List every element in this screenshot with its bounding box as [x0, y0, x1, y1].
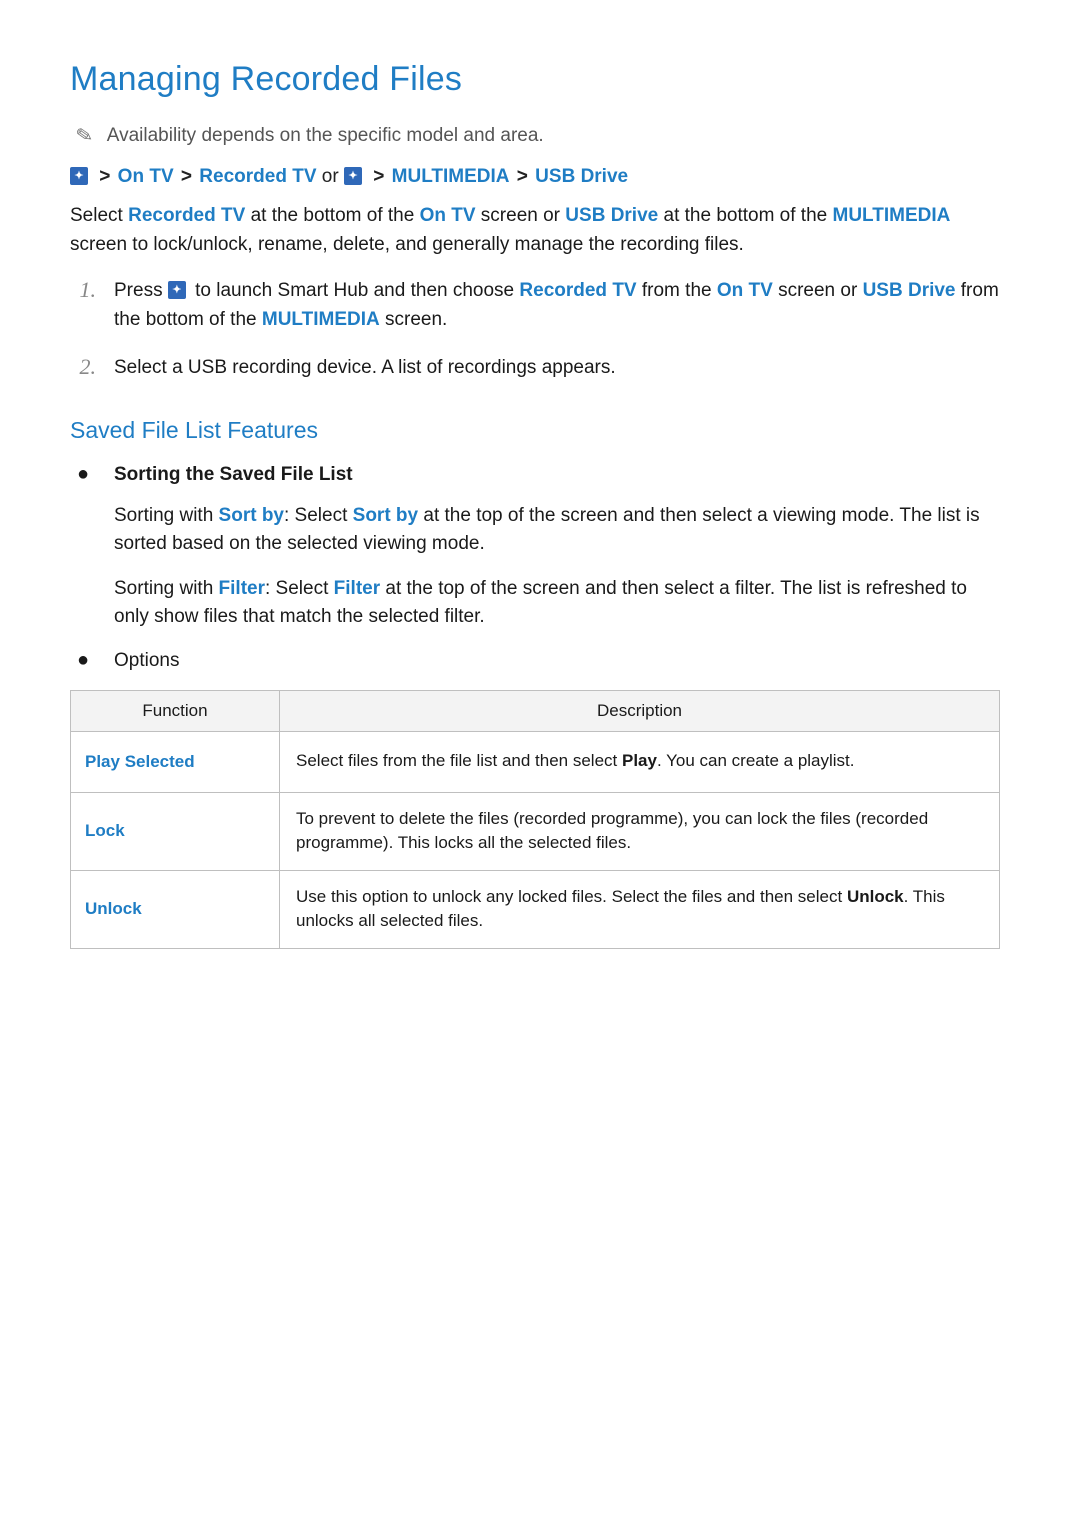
keyword: USB Drive	[863, 280, 956, 301]
text: screen to lock/unlock, rename, delete, a…	[70, 234, 744, 255]
table-row: Lock To prevent to delete the files (rec…	[71, 792, 1000, 870]
breadcrumb-item: Recorded TV	[199, 166, 316, 187]
document-page: Managing Recorded Files ✎ Availability d…	[0, 0, 1080, 1009]
text: . You can create a playlist.	[657, 751, 855, 770]
function-name: Unlock	[71, 870, 280, 948]
text: Sorting with	[114, 578, 219, 599]
feature-item-options: ● Options	[70, 648, 1000, 672]
text: : Select	[284, 505, 353, 526]
text: Press	[114, 280, 168, 301]
bullet-icon: ●	[70, 462, 96, 486]
keyword: USB Drive	[565, 205, 658, 226]
note-icon: ✎	[74, 122, 95, 150]
function-description: Use this option to unlock any locked fil…	[280, 870, 1000, 948]
keyword: Unlock	[847, 887, 904, 906]
keyword: Recorded TV	[519, 280, 636, 301]
note-text: Availability depends on the specific mod…	[107, 125, 544, 147]
text: at the bottom of the	[245, 205, 419, 226]
text: screen.	[380, 309, 448, 330]
breadcrumb-bar: > On TV > Recorded TV or > MULTIMEDIA > …	[70, 166, 1000, 188]
table-row: Unlock Use this option to unlock any loc…	[71, 870, 1000, 948]
text: Select files from the file list and then…	[296, 751, 622, 770]
keyword: MULTIMEDIA	[262, 309, 380, 330]
breadcrumb-sep: >	[99, 166, 110, 187]
text: screen or	[476, 205, 566, 226]
intro-text: Select Recorded TV at the bottom of the …	[70, 202, 1000, 259]
options-table: Function Description Play Selected Selec…	[70, 690, 1000, 950]
availability-note: ✎ Availability depends on the specific m…	[70, 123, 1000, 148]
text: : Select	[265, 578, 334, 599]
page-title: Managing Recorded Files	[70, 60, 1000, 99]
feature-text: Sorting with Filter: Select Filter at th…	[114, 575, 1000, 632]
feature-title: Sorting the Saved File List	[114, 464, 353, 486]
features-list: ● Sorting the Saved File List Sorting wi…	[70, 462, 1000, 672]
keyword: Play	[622, 751, 657, 770]
breadcrumb-or: or	[322, 166, 339, 187]
breadcrumb-item: On TV	[118, 166, 174, 187]
function-description: Select files from the file list and then…	[280, 731, 1000, 792]
keyword: Sort by	[353, 505, 418, 526]
smart-hub-icon	[344, 167, 362, 185]
step-number: 1.	[70, 277, 96, 334]
steps-list: 1. Press to launch Smart Hub and then ch…	[70, 277, 1000, 383]
keyword: On TV	[420, 205, 476, 226]
breadcrumb-item: MULTIMEDIA	[392, 166, 510, 187]
text: Sorting with	[114, 505, 219, 526]
breadcrumb-sep: >	[373, 166, 384, 187]
feature-title: Options	[114, 650, 179, 672]
bullet-icon: ●	[70, 648, 96, 672]
smart-hub-icon	[168, 281, 186, 299]
column-header-description: Description	[280, 690, 1000, 731]
section-heading: Saved File List Features	[70, 417, 1000, 444]
step-item: 1. Press to launch Smart Hub and then ch…	[70, 277, 1000, 334]
breadcrumb-sep: >	[181, 166, 192, 187]
table-header-row: Function Description	[71, 690, 1000, 731]
keyword: On TV	[717, 280, 773, 301]
table-row: Play Selected Select files from the file…	[71, 731, 1000, 792]
text: screen or	[773, 280, 863, 301]
text: from the	[637, 280, 717, 301]
feature-item-sorting: ● Sorting the Saved File List Sorting wi…	[70, 462, 1000, 632]
keyword: Recorded TV	[128, 205, 245, 226]
keyword: Filter	[219, 578, 265, 599]
text: Select	[70, 205, 128, 226]
column-header-function: Function	[71, 690, 280, 731]
breadcrumb-item: USB Drive	[535, 166, 628, 187]
keyword: Sort by	[219, 505, 284, 526]
text: at the bottom of the	[658, 205, 832, 226]
keyword: MULTIMEDIA	[833, 205, 951, 226]
function-name: Lock	[71, 792, 280, 870]
function-name: Play Selected	[71, 731, 280, 792]
breadcrumb-sep: >	[517, 166, 528, 187]
function-description: To prevent to delete the files (recorded…	[280, 792, 1000, 870]
feature-text: Sorting with Sort by: Select Sort by at …	[114, 502, 1000, 559]
text: Use this option to unlock any locked fil…	[296, 887, 847, 906]
keyword: Filter	[334, 578, 380, 599]
step-body: Select a USB recording device. A list of…	[114, 354, 616, 383]
smart-hub-icon	[70, 167, 88, 185]
step-number: 2.	[70, 354, 96, 383]
step-item: 2. Select a USB recording device. A list…	[70, 354, 1000, 383]
step-body: Press to launch Smart Hub and then choos…	[114, 277, 1000, 334]
text: to launch Smart Hub and then choose	[190, 280, 520, 301]
